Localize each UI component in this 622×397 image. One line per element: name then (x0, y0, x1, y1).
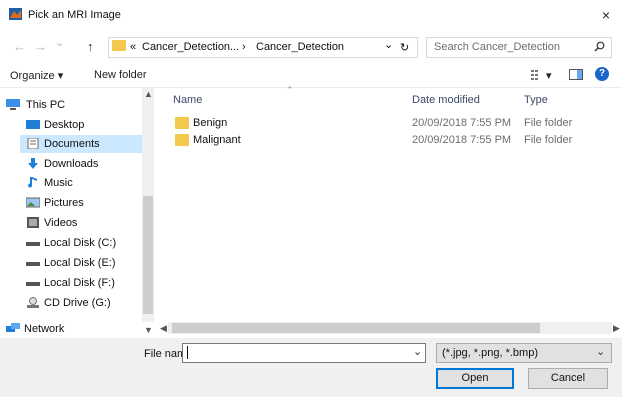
refresh-icon[interactable]: ↻ (400, 41, 409, 54)
breadcrumb-separator: › (242, 41, 246, 53)
breadcrumb-current[interactable]: Cancer_Detection (256, 41, 344, 53)
folder-icon (175, 134, 189, 146)
sidebar-item-music[interactable]: Music (44, 174, 73, 192)
open-button[interactable]: Open (436, 368, 514, 389)
filter-dropdown-icon[interactable]: ⌄ (596, 345, 605, 358)
sidebar-item-cd-drive-g[interactable]: CD Drive (G:) (44, 294, 111, 312)
column-header-date-modified[interactable]: Date modified (412, 94, 480, 106)
file-type-filter-value: (*.jpg, *.png, *.bmp) (442, 347, 538, 359)
scroll-left-arrow-icon[interactable]: ◀ (160, 323, 167, 334)
desktop-icon (26, 120, 40, 129)
file-name-input[interactable] (182, 343, 426, 363)
organize-menu[interactable]: Organize ▾ (10, 69, 63, 82)
view-options-icon[interactable] (531, 70, 543, 80)
downloads-icon (28, 158, 38, 169)
documents-icon (27, 138, 39, 149)
drive-icon (26, 242, 40, 246)
window-title: Pick an MRI Image (28, 9, 121, 21)
folder-icon (112, 40, 126, 51)
sidebar-item-downloads[interactable]: Downloads (44, 155, 98, 173)
pictures-icon (26, 197, 40, 208)
breadcrumb-parent[interactable]: Cancer_Detection... (142, 41, 239, 53)
search-placeholder: Search Cancer_Detection (434, 41, 560, 53)
music-icon (28, 177, 37, 188)
scroll-down-arrow-icon[interactable]: ▼ (144, 325, 153, 335)
column-header-name[interactable]: Name (173, 94, 202, 106)
sidebar-item-this-pc[interactable]: This PC (26, 96, 65, 114)
drive-icon (26, 262, 40, 266)
cancel-button[interactable]: Cancel (528, 368, 608, 389)
column-header-type[interactable]: Type (524, 94, 548, 106)
drive-icon (26, 282, 40, 286)
sidebar-item-documents-label: Documents (44, 138, 100, 150)
file-name-dropdown-icon[interactable]: ⌄ (413, 345, 422, 358)
sidebar-item-local-disk-e[interactable]: Local Disk (E:) (44, 254, 116, 272)
scroll-up-arrow-icon[interactable]: ▲ (144, 89, 153, 99)
up-arrow-icon[interactable]: ↑ (87, 39, 94, 54)
file-date-modified: 20/09/2018 7:55 PM (412, 134, 512, 146)
sidebar-item-pictures[interactable]: Pictures (44, 194, 84, 212)
computer-icon (6, 99, 20, 110)
forward-arrow-icon[interactable]: → (34, 39, 47, 54)
sidebar-item-local-disk-c[interactable]: Local Disk (C:) (44, 234, 116, 252)
videos-icon (27, 217, 39, 228)
navigation-pane: This PC Desktop Documents Downloads Musi… (0, 88, 153, 340)
help-icon[interactable]: ? (595, 67, 609, 81)
close-button[interactable]: × (594, 5, 618, 25)
search-icon[interactable] (594, 41, 605, 52)
text-caret (187, 346, 188, 359)
file-name: Malignant (193, 134, 241, 146)
breadcrumb-overflow[interactable]: « (130, 41, 136, 53)
sidebar-item-videos[interactable]: Videos (44, 214, 77, 232)
preview-pane-icon[interactable] (569, 69, 583, 80)
sort-chevron-icon: ⌃ (286, 85, 294, 95)
sidebar-item-local-disk-f[interactable]: Local Disk (F:) (44, 274, 115, 292)
network-icon (6, 323, 20, 332)
file-type: File folder (524, 134, 573, 146)
matlab-icon (9, 8, 22, 20)
file-type: File folder (524, 117, 573, 129)
sidebar-scrollbar-thumb[interactable] (143, 196, 153, 314)
address-dropdown-icon[interactable]: ⌄ (384, 38, 393, 51)
scroll-right-arrow-icon[interactable]: ▶ (613, 323, 620, 334)
folder-icon (175, 117, 189, 129)
horizontal-scrollbar-thumb[interactable] (172, 323, 540, 333)
sidebar-item-network[interactable]: Network (24, 320, 64, 338)
file-date-modified: 20/09/2018 7:55 PM (412, 117, 512, 129)
file-name: Benign (193, 117, 228, 129)
new-folder-button[interactable]: New folder (94, 69, 147, 81)
recent-locations-icon[interactable]: ⌄ (55, 36, 64, 49)
view-dropdown-icon[interactable]: ▾ (546, 69, 552, 82)
cd-drive-icon (27, 297, 39, 308)
sidebar-item-desktop[interactable]: Desktop (44, 116, 84, 134)
back-arrow-icon[interactable]: ← (13, 39, 26, 54)
